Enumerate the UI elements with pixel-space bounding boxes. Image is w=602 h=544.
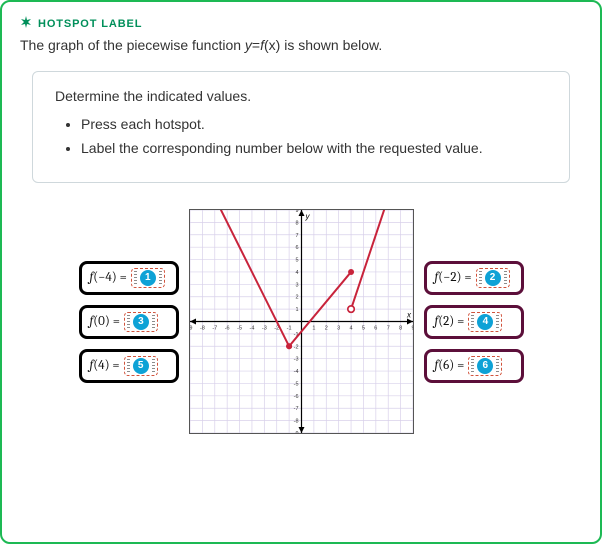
section-kicker: HOTSPOT LABEL: [20, 16, 582, 31]
svg-text:-7: -7: [212, 326, 217, 332]
instructions-list: Press each hotspot. Label the correspond…: [55, 116, 547, 156]
hotspot-f-6[interactable]: f(6) = 6: [424, 349, 524, 383]
right-hotspot-column: f(−2) = 2 f(2) = 4 f(6) = 6: [424, 261, 524, 383]
svg-text:4: 4: [349, 326, 352, 332]
svg-text:6: 6: [374, 326, 377, 332]
hotspot-label: f(4) =: [90, 358, 120, 373]
math-eq: =: [252, 37, 260, 53]
svg-text:-1: -1: [286, 326, 291, 332]
svg-text:6: 6: [295, 245, 298, 251]
svg-text:-2: -2: [293, 344, 298, 350]
instruction-item: Press each hotspot.: [81, 116, 547, 132]
hotspot-f-minus4[interactable]: f(−4) = 1: [79, 261, 179, 295]
answer-slot[interactable]: 1: [131, 268, 165, 288]
answer-slot[interactable]: 6: [468, 356, 502, 376]
hotspot-f-4[interactable]: f(4) = 5: [79, 349, 179, 383]
svg-text:4: 4: [295, 270, 298, 276]
hotspot-badge: 6: [477, 358, 493, 374]
svg-text:-7: -7: [293, 406, 298, 412]
svg-text:-9: -9: [293, 431, 298, 433]
svg-text:2: 2: [324, 326, 327, 332]
function-graph[interactable]: -9 -8 -7 -6 -5 -4 -3 -2 -1 1 2 3 4 5 6 7 8 9 -9 -8 -7 -6 -5 -4 -…: [189, 209, 414, 434]
hotspot-f-minus2[interactable]: f(−2) = 2: [424, 261, 524, 295]
instruction-item: Label the corresponding number below wit…: [81, 140, 547, 156]
svg-text:-5: -5: [293, 381, 298, 387]
answer-slot[interactable]: 5: [124, 356, 158, 376]
svg-text:-5: -5: [237, 326, 242, 332]
svg-text:3: 3: [337, 326, 340, 332]
svg-text:5: 5: [295, 258, 298, 264]
work-area: f(−4) = 1 f(0) = 3 f(4) = 5 -9 -8 -7 -6 -5 -4…: [20, 205, 582, 442]
answer-slot[interactable]: 4: [468, 312, 502, 332]
hotspot-badge: 4: [477, 314, 493, 330]
svg-text:-8: -8: [293, 419, 298, 425]
instructions-title: Determine the indicated values.: [55, 88, 547, 104]
svg-text:y: y: [304, 212, 310, 221]
left-hotspot-column: f(−4) = 1 f(0) = 3 f(4) = 5: [79, 261, 179, 383]
svg-text:1: 1: [295, 307, 298, 313]
instructions-box: Determine the indicated values. Press ea…: [32, 71, 570, 183]
prompt-prefix: The graph of the piecewise function: [20, 37, 245, 53]
hotspot-f-2[interactable]: f(2) = 4: [424, 305, 524, 339]
svg-text:8: 8: [295, 220, 298, 226]
svg-text:3: 3: [295, 282, 298, 288]
hotspot-f-0[interactable]: f(0) = 3: [79, 305, 179, 339]
svg-text:9: 9: [411, 326, 413, 332]
svg-text:8: 8: [399, 326, 402, 332]
svg-text:-8: -8: [199, 326, 204, 332]
hotspot-label: f(−2) =: [435, 270, 472, 285]
hotspot-badge: 1: [140, 270, 156, 286]
kicker-text: HOTSPOT LABEL: [38, 18, 142, 30]
answer-slot[interactable]: 2: [476, 268, 510, 288]
answer-slot[interactable]: 3: [124, 312, 158, 332]
prompt-suffix: is shown below.: [284, 37, 382, 53]
svg-text:x: x: [406, 311, 412, 320]
hotspot-badge: 3: [133, 314, 149, 330]
prompt-math: y=f(x): [245, 37, 284, 53]
svg-text:-4: -4: [249, 326, 254, 332]
exercise-card: HOTSPOT LABEL The graph of the piecewise…: [0, 0, 602, 544]
svg-text:-6: -6: [293, 394, 298, 400]
svg-text:2: 2: [295, 295, 298, 301]
svg-text:7: 7: [386, 326, 389, 332]
hotspot-badge: 2: [485, 270, 501, 286]
prompt-text: The graph of the piecewise function y=f(…: [20, 37, 582, 53]
hotspot-icon: [20, 16, 32, 31]
math-y: y: [245, 37, 252, 53]
hotspot-label: f(2) =: [435, 314, 465, 329]
svg-text:-4: -4: [293, 369, 298, 375]
svg-text:5: 5: [361, 326, 364, 332]
svg-text:-6: -6: [224, 326, 229, 332]
svg-text:7: 7: [295, 233, 298, 239]
svg-text:9: 9: [295, 210, 298, 214]
svg-text:-3: -3: [261, 326, 266, 332]
hotspot-label: f(0) =: [90, 314, 120, 329]
svg-text:-9: -9: [190, 326, 192, 332]
svg-text:-3: -3: [293, 357, 298, 363]
hotspot-label: f(−4) =: [90, 270, 127, 285]
hotspot-label: f(6) =: [435, 358, 465, 373]
hotspot-badge: 5: [133, 358, 149, 374]
svg-text:1: 1: [312, 326, 315, 332]
math-x: (x): [264, 37, 280, 53]
